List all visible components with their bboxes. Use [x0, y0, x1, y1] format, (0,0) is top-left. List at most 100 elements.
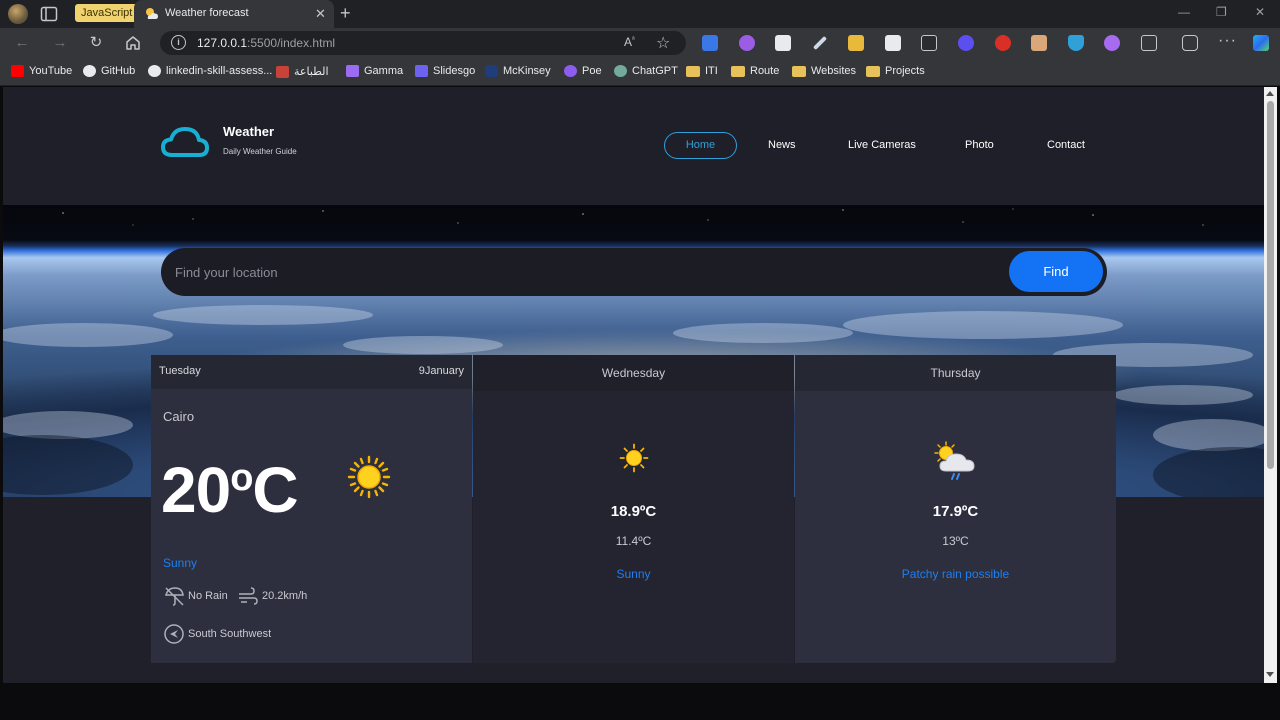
logo-subtitle: Daily Weather Guide	[223, 147, 297, 156]
browser-essentials-icon[interactable]	[1182, 35, 1198, 51]
current-temperature: 20oC	[161, 454, 299, 526]
github-icon	[148, 65, 161, 77]
max-temperature: 17.9ºC	[932, 503, 979, 520]
extension-icon[interactable]	[1104, 35, 1120, 51]
address-bar[interactable]: i 127.0.0.1:5500/index.html Aᵃ ☆	[160, 31, 686, 55]
gamma-icon	[346, 65, 359, 77]
folder-icon	[866, 65, 880, 77]
favorite-star-icon[interactable]: ☆	[656, 33, 670, 53]
umbrella-off-icon	[165, 587, 184, 606]
today-forecast-card: Tuesday 9January Cairo 20oC Sunny No Rai…	[151, 355, 472, 663]
forecast-day: Thursday	[930, 366, 981, 380]
forecast-condition: Patchy rain possible	[901, 567, 1010, 581]
logo-title[interactable]: Weather	[223, 124, 274, 139]
url-text[interactable]: 127.0.0.1:5500/index.html	[197, 36, 335, 50]
active-tab[interactable]: Weather forecast ✕	[134, 0, 334, 28]
vertical-tabs-icon[interactable]	[40, 6, 58, 22]
bookmark-favicon-icon	[276, 65, 289, 78]
nav-contact[interactable]: Contact	[1047, 139, 1085, 151]
extension-icon[interactable]	[1031, 35, 1047, 51]
bookmark-folder-projects[interactable]: Projects	[866, 65, 925, 77]
bookmark-github[interactable]: GitHub	[83, 65, 135, 77]
bookmark-folder-route[interactable]: Route	[731, 65, 779, 77]
chatgpt-icon	[614, 65, 627, 77]
browser-toolbar: ← → ↻ i 127.0.0.1:5500/index.html Aᵃ ☆ ·…	[0, 28, 1280, 58]
extension-icon[interactable]	[739, 35, 755, 51]
extension-icon[interactable]	[885, 35, 901, 51]
scroll-up-arrow-icon[interactable]	[1266, 91, 1274, 96]
forecast-card-day2: Wednesday 18.9ºC 11.4ºC Sunny	[473, 355, 794, 663]
bookmark-youtube[interactable]: YouTube	[11, 65, 72, 77]
extensions-puzzle-icon[interactable]	[1141, 35, 1157, 51]
page-scrollbar[interactable]	[1264, 87, 1277, 683]
browser-titlebar: JavaScript Weather forecast ✕ + — ❐ ✕	[0, 0, 1280, 28]
reload-icon[interactable]: ↻	[86, 33, 106, 53]
color-picker-icon[interactable]	[812, 35, 828, 51]
compass-icon	[164, 624, 184, 644]
card-header: Wednesday	[473, 355, 794, 391]
close-window-icon[interactable]: ✕	[1255, 5, 1265, 19]
today-day: Tuesday	[159, 365, 201, 377]
bookmark-linkedin-skill[interactable]: linkedin-skill-assess...	[148, 65, 272, 77]
extension-icon[interactable]	[848, 35, 864, 51]
today-date: 9January	[418, 365, 464, 377]
card-header: Thursday	[795, 355, 1116, 391]
today-condition: Sunny	[163, 556, 198, 570]
wind-direction-stat: South Southwest	[163, 623, 271, 645]
taskbar-area	[0, 683, 1280, 720]
sun-icon	[347, 455, 391, 499]
nav-news[interactable]: News	[768, 139, 796, 151]
tab-group-label[interactable]: JavaScript	[75, 4, 139, 22]
more-menu-icon[interactable]: ···	[1218, 32, 1237, 50]
youtube-icon	[11, 65, 24, 77]
folder-icon	[731, 65, 745, 77]
extension-icon[interactable]	[775, 35, 791, 51]
bookmark-poe[interactable]: Poe	[564, 65, 602, 77]
cloud-logo-icon[interactable]	[160, 126, 210, 158]
wind-speed-text: 20.2km/h	[262, 590, 308, 602]
folder-icon	[686, 65, 700, 77]
site-header: Weather Daily Weather Guide Home News Li…	[3, 87, 1264, 205]
tab-close-icon[interactable]: ✕	[315, 6, 326, 22]
bookmark-mckinsey[interactable]: McKinsey	[485, 65, 551, 77]
location-search-bar: Find	[161, 248, 1107, 296]
bookmark-slidesgo[interactable]: Slidesgo	[415, 65, 475, 77]
new-tab-icon[interactable]: +	[340, 3, 351, 24]
bookmark-printing[interactable]: الطباعة	[276, 65, 329, 78]
restore-icon[interactable]: ❐	[1216, 5, 1227, 19]
wind-direction-text: South Southwest	[188, 628, 272, 640]
min-temperature: 11.4ºC	[615, 534, 652, 548]
forward-icon[interactable]: →	[50, 33, 70, 53]
minimize-icon[interactable]: —	[1178, 5, 1190, 19]
bookmark-gamma[interactable]: Gamma	[346, 65, 403, 77]
bookmark-folder-iti[interactable]: ITI	[686, 65, 718, 77]
poe-icon	[564, 65, 577, 77]
shield-extension-icon[interactable]	[1068, 35, 1084, 51]
nav-photo[interactable]: Photo	[965, 139, 994, 151]
bookmark-folder-websites[interactable]: Websites	[792, 65, 856, 77]
find-button[interactable]: Find	[1009, 251, 1103, 292]
nav-live-cameras[interactable]: Live Cameras	[848, 139, 916, 151]
scrollbar-thumb[interactable]	[1267, 101, 1274, 469]
mckinsey-icon	[485, 65, 498, 77]
back-icon[interactable]: ←	[12, 33, 32, 53]
site-info-icon[interactable]: i	[171, 35, 186, 50]
profile-avatar[interactable]	[8, 4, 28, 24]
nav-home[interactable]: Home	[664, 132, 737, 159]
bookmarks-bar: YouTube GitHub linkedin-skill-assess... …	[0, 58, 1280, 86]
slidesgo-icon	[415, 65, 428, 77]
extension-icon[interactable]	[958, 35, 974, 51]
home-icon[interactable]	[123, 33, 143, 53]
read-aloud-icon[interactable]: Aᵃ	[624, 35, 635, 49]
folder-icon	[792, 65, 806, 77]
scroll-down-arrow-icon[interactable]	[1266, 672, 1274, 677]
rain-stat: No Rain	[163, 585, 228, 607]
weather-favicon-icon	[146, 8, 158, 19]
json-extension-icon[interactable]	[921, 35, 937, 51]
bookmark-chatgpt[interactable]: ChatGPT	[614, 65, 678, 77]
rain-text: No Rain	[188, 590, 228, 602]
location-search-input[interactable]	[175, 262, 995, 282]
adblock-icon[interactable]	[995, 35, 1011, 51]
translate-extension-icon[interactable]	[702, 35, 718, 51]
copilot-icon[interactable]	[1253, 35, 1269, 51]
